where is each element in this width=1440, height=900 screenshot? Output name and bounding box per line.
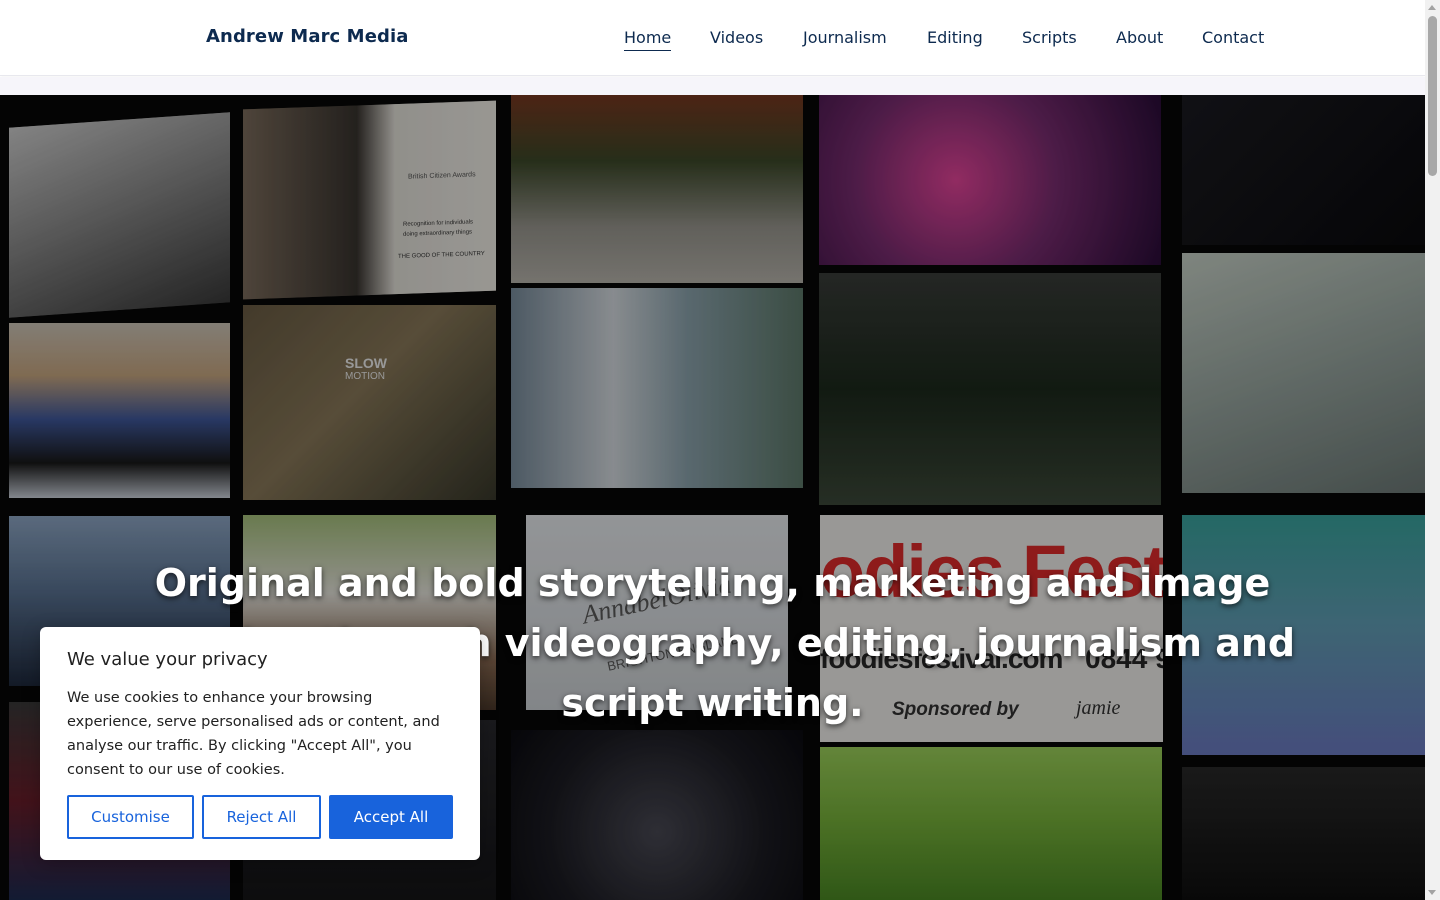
header-spacer [0, 77, 1425, 95]
nav-editing[interactable]: Editing [927, 28, 983, 47]
cookie-consent-dialog: We value your privacy We use cookies to … [40, 627, 480, 860]
nav-scripts[interactable]: Scripts [1022, 28, 1077, 47]
site-header: Andrew Marc Media Home Videos Journalism… [0, 0, 1425, 76]
main-nav: Home Videos Journalism Editing Scripts A… [0, 0, 1425, 76]
reject-all-button[interactable]: Reject All [202, 795, 321, 839]
nav-videos[interactable]: Videos [710, 28, 763, 47]
cookie-body: We use cookies to enhance your browsing … [67, 690, 440, 778]
accept-all-button[interactable]: Accept All [329, 795, 453, 839]
scroll-down-arrow-icon[interactable] [1428, 890, 1436, 895]
cookie-actions: Customise Reject All Accept All [67, 795, 453, 839]
nav-about[interactable]: About [1116, 28, 1163, 47]
page-scrollbar[interactable] [1425, 0, 1440, 900]
cookie-title: We value your privacy [67, 649, 268, 670]
scroll-thumb[interactable] [1428, 16, 1437, 176]
nav-home[interactable]: Home [624, 28, 672, 51]
scroll-up-arrow-icon[interactable] [1428, 5, 1436, 10]
customise-button[interactable]: Customise [67, 795, 194, 839]
nav-journalism[interactable]: Journalism [803, 28, 887, 47]
nav-contact[interactable]: Contact [1202, 28, 1264, 47]
